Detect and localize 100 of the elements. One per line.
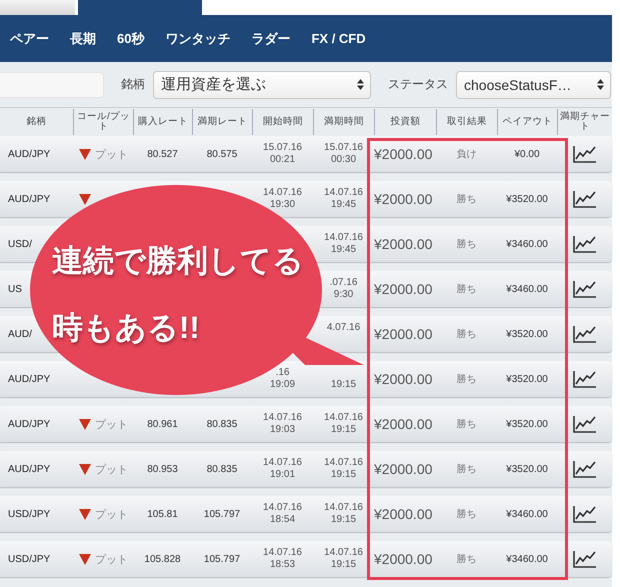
pair-text: AUD/JPY [7, 194, 52, 204]
nav-item[interactable]: ラダー [251, 30, 290, 48]
time-text: 00:21 [270, 154, 296, 166]
sort-arrows-icon [357, 79, 364, 90]
chart-icon[interactable] [572, 550, 596, 568]
nav-item[interactable]: ペアー [10, 30, 49, 48]
down-triangle-icon [79, 508, 91, 520]
payout-text: ¥3460.00 [505, 554, 549, 564]
payout-text: ¥3520.00 [505, 194, 549, 204]
payout-text: ¥3520.00 [505, 374, 549, 384]
rate-text: 105.81 [146, 508, 179, 520]
result-text: 勝ち [456, 282, 478, 296]
rate-text: 80.961 [146, 418, 179, 430]
time-text: 15.07.16 [263, 142, 302, 154]
result-text: 勝ち [456, 418, 478, 431]
put-label: プット [95, 508, 128, 522]
time-text: 19:09 [270, 379, 296, 391]
chart-icon[interactable] [572, 235, 596, 253]
result-text: 勝ち [456, 328, 478, 341]
nav-item[interactable]: 60秒 [117, 30, 144, 48]
put-label: プット [95, 552, 128, 566]
rate-text: 80.575 [206, 148, 238, 160]
column-header: 投資額 [374, 109, 436, 135]
rate-text: 105.828 [143, 554, 182, 564]
rate-text: 80.527 [146, 148, 179, 160]
time-text: 18:53 [270, 559, 296, 571]
chart-icon[interactable] [572, 505, 596, 523]
result-text: 勝ち [456, 192, 478, 206]
chart-icon[interactable] [572, 280, 596, 298]
time-text: 4.07.16 [326, 322, 360, 334]
time-text: 19:15 [330, 559, 356, 571]
column-header: 満期レート [192, 109, 252, 135]
status-select[interactable]: chooseStatusF… [456, 70, 611, 98]
pair-text: USD/JPY [7, 508, 52, 520]
amount-text: ¥2000.00 [374, 461, 434, 477]
result-text: 勝ち [456, 462, 478, 476]
amount-text: ¥2000.00 [374, 326, 434, 342]
column-header: ペイアウト [497, 109, 557, 135]
callout-text: 連続で勝利してる [52, 242, 304, 280]
rate-text: 105.797 [202, 508, 242, 520]
payout-text: ¥3520.00 [505, 418, 549, 430]
chart-icon[interactable] [572, 190, 596, 208]
chart-icon[interactable] [572, 415, 596, 433]
result-text: 勝ち [456, 238, 478, 251]
amount-text: ¥2000.00 [374, 371, 434, 387]
down-triangle-icon [79, 148, 91, 160]
column-header: 購入レート [133, 109, 192, 135]
result-text: 勝ち [456, 372, 478, 386]
chart-icon[interactable] [572, 370, 596, 388]
rate-text: 80.835 [206, 464, 238, 474]
time-text: 15.07.16 [324, 142, 363, 154]
chart-icon[interactable] [572, 460, 596, 478]
rate-text: 80.835 [206, 418, 238, 430]
nav-item[interactable]: 長期 [70, 30, 96, 48]
payout-text: ¥3520.00 [505, 328, 549, 340]
nav-item[interactable]: ワンタッチ [165, 30, 230, 48]
pair-text: AUD/ [7, 328, 33, 340]
column-header: 満期チャート [557, 109, 612, 135]
amount-text: ¥2000.00 [374, 146, 434, 162]
callout-text: 時もある!! [52, 309, 200, 347]
payout-text: ¥0.00 [513, 148, 541, 160]
time-text: 19:03 [270, 424, 296, 436]
time-text: 14.07.16 [324, 412, 363, 424]
pair-text: US [7, 284, 23, 294]
sort-arrows-icon [597, 79, 604, 90]
chart-icon[interactable] [572, 145, 596, 163]
payout-text: ¥3460.00 [505, 508, 549, 520]
payout-text: ¥3520.00 [505, 464, 549, 474]
time-text: 19:15 [330, 424, 356, 436]
column-header: 満期時間 [313, 109, 374, 135]
put-label: プット [95, 148, 128, 162]
asset-select[interactable]: 運用資産を選ぶ [153, 70, 371, 98]
down-triangle-icon [79, 464, 91, 474]
time-text: 19:30 [270, 199, 296, 211]
time-text: 14.07.16 [263, 412, 302, 424]
time-text: 19:15 [330, 379, 356, 391]
pair-text: USD/JPY [7, 554, 52, 564]
time-text: 14.07.16 [324, 187, 363, 199]
status-label: ステータス [388, 76, 448, 93]
nav-item[interactable]: FX / CFD [311, 31, 366, 46]
down-triangle-icon [79, 418, 91, 430]
chart-icon[interactable] [572, 325, 596, 343]
time-text: 14.07.16 [324, 232, 363, 244]
column-header: 開始時間 [252, 109, 313, 135]
result-text: 勝ち [456, 552, 478, 566]
time-text: 14.07.16 [263, 457, 302, 469]
time-text: .16 [276, 367, 290, 379]
column-header: コール/プット [73, 109, 133, 135]
time-text: 14.07.16 [263, 187, 302, 199]
payout-text: ¥3460.00 [505, 284, 549, 294]
payout-text: ¥3460.00 [505, 238, 549, 250]
column-header: 取引結果 [436, 109, 497, 135]
amount-text: ¥2000.00 [374, 191, 434, 207]
time-text: 19:45 [330, 199, 356, 211]
time-text: 19:45 [330, 244, 356, 256]
time-text: 18:54 [270, 514, 296, 526]
pair-text: AUD/JPY [7, 148, 52, 160]
time-text: 19:15 [330, 469, 356, 481]
result-text: 負け [456, 148, 478, 161]
result-text: 勝ち [456, 508, 478, 521]
